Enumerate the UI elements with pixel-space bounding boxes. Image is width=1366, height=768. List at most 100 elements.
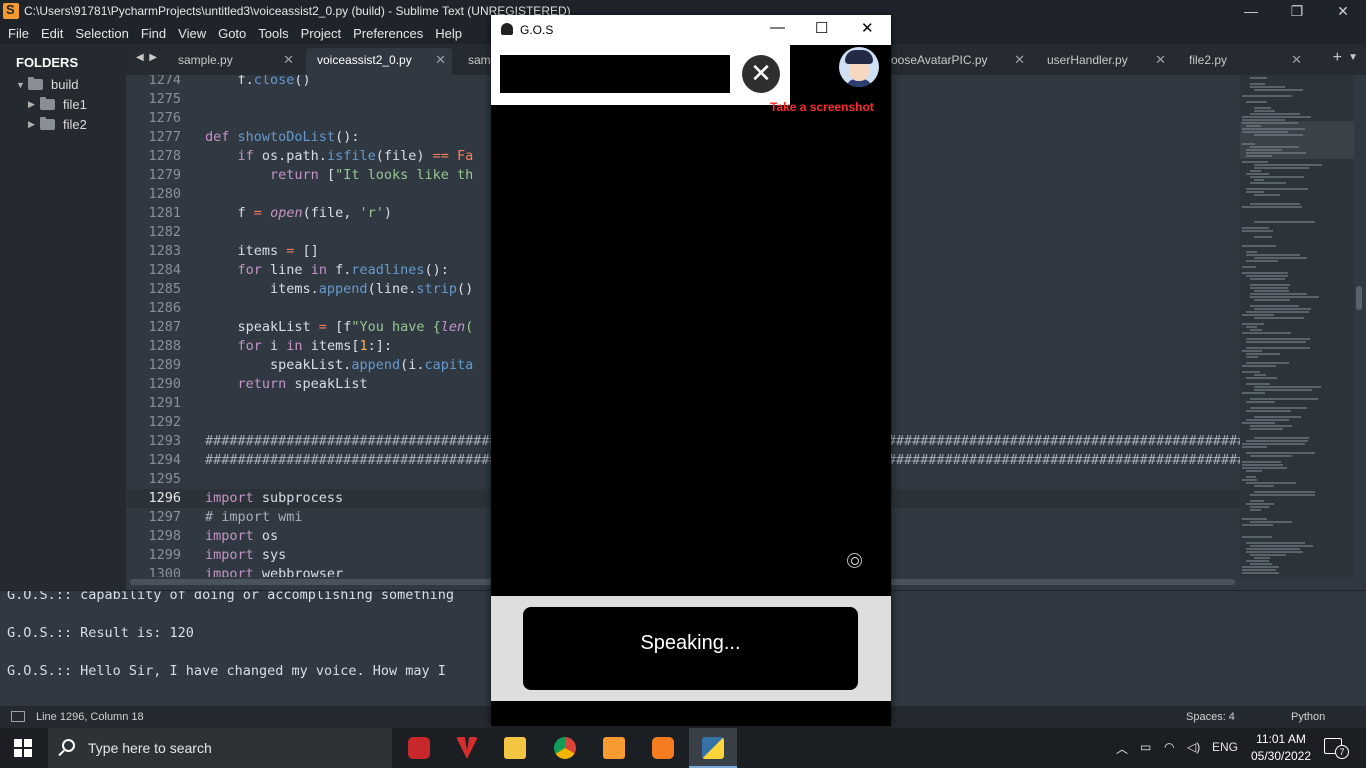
search-placeholder: Type here to search: [88, 740, 212, 756]
menu-tools[interactable]: Tools: [252, 26, 294, 41]
minimap-line: [1242, 569, 1276, 571]
minimap-line: [1242, 446, 1267, 448]
minimap-line: [1246, 356, 1258, 358]
taskbar-python[interactable]: [689, 728, 737, 768]
avatar[interactable]: [839, 47, 879, 87]
tab-samp[interactable]: samp: [460, 48, 490, 75]
tab-file2-py[interactable]: file2.py ✕: [1180, 48, 1308, 75]
code-text: import subprocess: [205, 490, 344, 506]
sidebar-item-file2[interactable]: ▶ file2: [28, 117, 87, 132]
restore-button[interactable]: ❐: [1274, 0, 1320, 22]
code-text: f = open(file, 'r'): [205, 205, 393, 221]
minimap-line: [1242, 227, 1269, 229]
minimap-line: [1254, 110, 1276, 112]
minimize-button[interactable]: —: [1228, 0, 1274, 22]
menu-help[interactable]: Help: [429, 26, 468, 41]
minimap-line: [1246, 383, 1270, 385]
gos-minimize-button[interactable]: —: [770, 19, 785, 36]
menu-project[interactable]: Project: [295, 26, 347, 41]
gos-maximize-button[interactable]: ☐: [815, 19, 828, 37]
panel-toggle-icon[interactable]: [11, 711, 25, 722]
gos-command-input[interactable]: [500, 55, 730, 93]
close-window-button[interactable]: ✕: [1320, 0, 1366, 22]
tab-chooseavatarpic-py[interactable]: ooseAvatarPIC.py ✕: [891, 48, 1031, 75]
tab-label: file2.py: [1189, 53, 1228, 67]
indentation-setting[interactable]: Spaces: 4: [1186, 711, 1235, 723]
close-icon[interactable]: ✕: [1014, 48, 1025, 72]
minimap-line: [1250, 305, 1300, 307]
windows-start-icon[interactable]: [14, 739, 32, 757]
battery-icon[interactable]: ▭: [1140, 740, 1151, 754]
code-text: for i in items[1:]:: [237, 338, 392, 354]
menu-find[interactable]: Find: [135, 26, 172, 41]
line-number: 1299: [148, 547, 181, 563]
minimap-line: [1242, 461, 1281, 463]
line-number: 1292: [148, 414, 181, 430]
line-number: 1279: [148, 167, 181, 183]
tab-voiceassist2-0-py[interactable]: voiceassist2_0.py ✕: [306, 48, 452, 75]
take-screenshot-link[interactable]: Take a screenshot: [770, 100, 874, 114]
menu-view[interactable]: View: [172, 26, 212, 41]
menu-selection[interactable]: Selection: [69, 26, 134, 41]
minimap-line: [1254, 491, 1315, 493]
wifi-icon[interactable]: ◠: [1164, 740, 1174, 754]
line-number: 1280: [148, 186, 181, 202]
taskbar-search-box[interactable]: Type here to search: [48, 728, 392, 768]
line-number: 1289: [148, 357, 181, 373]
gos-input-panel: ✕: [491, 45, 790, 105]
minimap-line: [1246, 542, 1306, 544]
cursor-position: Line 1296, Column 18: [36, 711, 144, 723]
minimap-line: [1242, 245, 1277, 247]
new-tab-icon[interactable]: +: [1333, 49, 1342, 67]
line-number: 1282: [148, 224, 181, 240]
taskbar-file-explorer[interactable]: [491, 728, 539, 768]
taskbar-xampp[interactable]: [639, 728, 687, 768]
menu-goto[interactable]: Goto: [212, 26, 252, 41]
taskbar-chrome[interactable]: [541, 728, 589, 768]
minimap-line: [1242, 365, 1277, 367]
line-number: 1297: [148, 509, 181, 525]
minimap-line: [1246, 401, 1276, 403]
chevron-down-icon[interactable]: ▼: [1348, 52, 1358, 63]
minimap-line: [1254, 290, 1289, 292]
minimap-line: [1250, 77, 1267, 79]
chevron-up-icon[interactable]: ︿: [1116, 740, 1128, 757]
sidebar-item-build[interactable]: ▼ build: [16, 77, 78, 92]
taskbar-sublime-text[interactable]: [590, 728, 638, 768]
close-icon[interactable]: ✕: [435, 48, 446, 72]
line-number: 1295: [148, 471, 181, 487]
syntax-selector[interactable]: Python: [1291, 711, 1325, 723]
python-icon: [702, 737, 724, 759]
language-indicator[interactable]: ENG: [1212, 740, 1238, 754]
minimap-line: [1250, 398, 1318, 400]
taskbar-vs-app[interactable]: [443, 728, 491, 768]
minimap-line: [1246, 362, 1290, 364]
menu-edit[interactable]: Edit: [35, 26, 69, 41]
minimap-line: [1250, 176, 1305, 178]
minimap-line: [1242, 131, 1289, 133]
tab-sample-py[interactable]: sample.py ✕: [168, 48, 300, 75]
minimap-line: [1242, 161, 1269, 163]
speaking-status-button[interactable]: Speaking...: [523, 607, 858, 690]
close-icon[interactable]: ✕: [1291, 48, 1302, 72]
menu-preferences[interactable]: Preferences: [347, 26, 429, 41]
tab-userhandler-py[interactable]: userHandler.py ✕: [1038, 48, 1172, 75]
menu-file[interactable]: File: [2, 26, 35, 41]
taskbar-camera-recorder[interactable]: [395, 728, 443, 768]
gos-close-button[interactable]: ✕: [861, 19, 874, 37]
vertical-scrollbar[interactable]: [1356, 286, 1362, 310]
minimap-line: [1246, 125, 1261, 127]
sidebar-item-file1[interactable]: ▶ file1: [28, 97, 87, 112]
minimap-line: [1246, 260, 1278, 262]
minimap[interactable]: [1240, 75, 1354, 577]
close-circle-icon[interactable]: ✕: [742, 55, 780, 93]
tab-navigation-arrows[interactable]: ◀ ▶: [136, 52, 157, 63]
volume-icon[interactable]: ◁): [1187, 740, 1200, 754]
tab-label: samp: [468, 53, 490, 67]
close-icon[interactable]: ✕: [1155, 48, 1166, 72]
close-icon[interactable]: ✕: [283, 48, 294, 72]
line-number: 1283: [148, 243, 181, 259]
minimap-line: [1246, 377, 1277, 379]
taskbar-clock[interactable]: 11:01 AM 05/30/2022: [1246, 731, 1316, 765]
minimap-line: [1242, 323, 1264, 325]
